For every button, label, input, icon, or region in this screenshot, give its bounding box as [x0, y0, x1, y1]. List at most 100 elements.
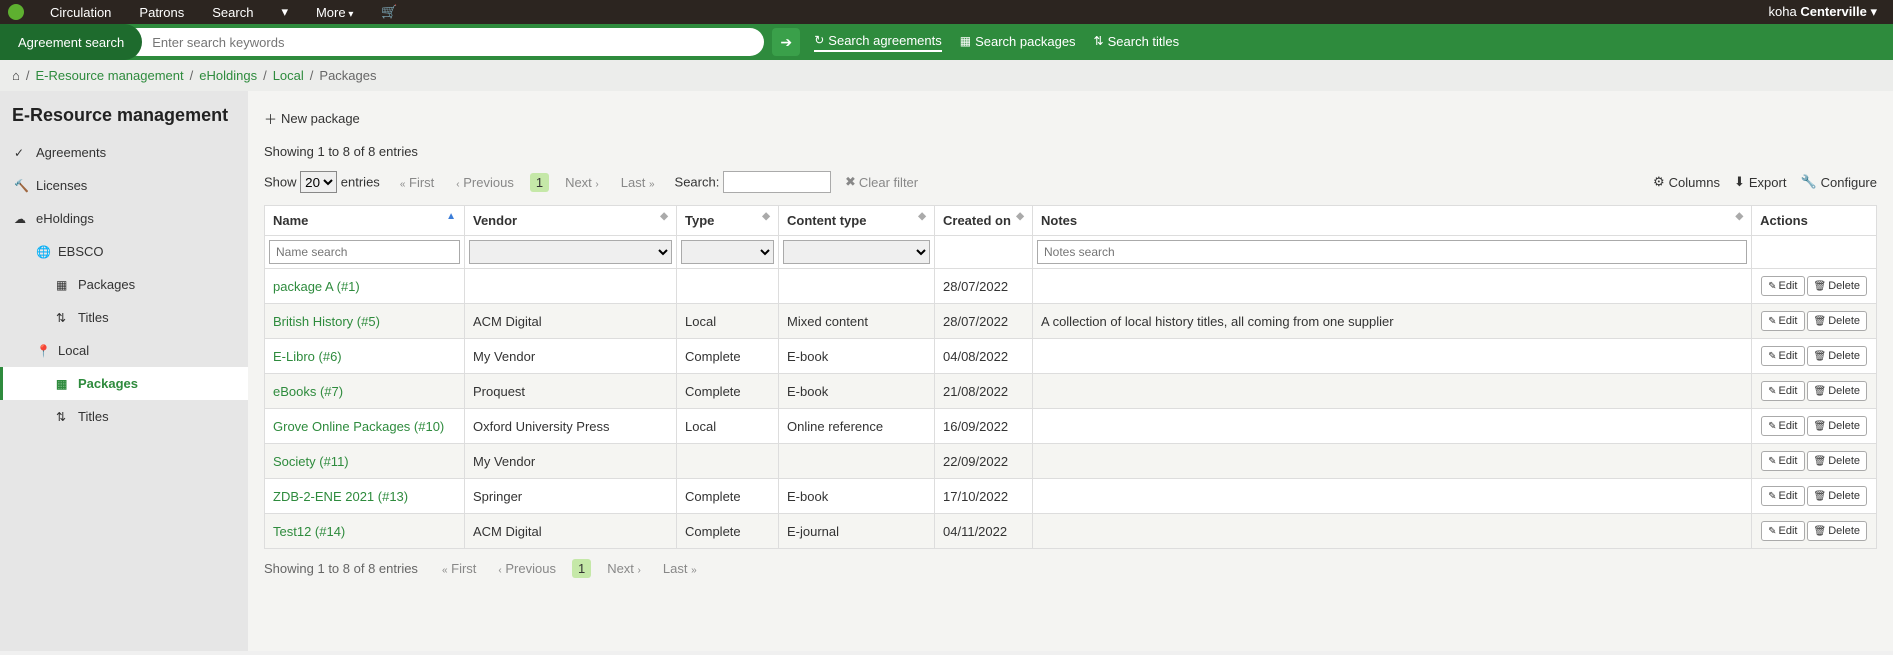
package-link[interactable]: ZDB-2-ENE 2021 (#13) [273, 489, 408, 504]
edit-button[interactable]: ✎Edit [1761, 346, 1804, 366]
cell-notes [1033, 269, 1752, 304]
cell-created: 17/10/2022 [935, 479, 1033, 514]
cell-type: Local [677, 304, 779, 339]
nav-caret-dropdown[interactable]: ▾ [267, 4, 302, 20]
nav-search[interactable]: Search [198, 5, 267, 20]
configure-button[interactable]: 🔧Configure [1800, 174, 1877, 190]
delete-button[interactable]: 🗑Delete [1807, 486, 1868, 506]
user-menu[interactable]: koha Centerville ▾ [1761, 4, 1885, 20]
pager-first-b[interactable]: « First [436, 559, 482, 578]
new-package-button[interactable]: ＋New package [264, 103, 360, 140]
grid-icon: ▦ [56, 278, 70, 292]
cell-type: Local [677, 409, 779, 444]
pager-previous-b[interactable]: ‹ Previous [492, 559, 562, 578]
th-content-type[interactable]: Content type◆ [779, 206, 935, 236]
columns-button[interactable]: ⚙Columns [1653, 174, 1720, 190]
edit-button[interactable]: ✎Edit [1761, 381, 1804, 401]
sidebar-eholdings[interactable]: ☁eHoldings [0, 202, 248, 235]
th-created-on[interactable]: Created on◆ [935, 206, 1033, 236]
sidebar-agreements[interactable]: ✓Agreements [0, 136, 248, 169]
trash-icon: 🗑 [1814, 526, 1827, 537]
edit-button[interactable]: ✎Edit [1761, 486, 1804, 506]
package-link[interactable]: British History (#5) [273, 314, 380, 329]
pager-page-1-b[interactable]: 1 [572, 559, 591, 578]
export-button[interactable]: ⬇Export [1734, 174, 1786, 190]
trash-icon: 🗑 [1814, 351, 1827, 362]
filter-vendor-select[interactable] [469, 240, 672, 264]
delete-button[interactable]: 🗑Delete [1807, 276, 1868, 296]
tab-search-titles[interactable]: ⇅Search titles [1094, 34, 1180, 51]
cell-content: Online reference [779, 409, 935, 444]
cell-created: 21/08/2022 [935, 374, 1033, 409]
filter-name-input[interactable] [269, 240, 460, 264]
delete-button[interactable]: 🗑Delete [1807, 346, 1868, 366]
cell-vendor [465, 269, 677, 304]
package-link[interactable]: eBooks (#7) [273, 384, 343, 399]
pager-last[interactable]: Last » [615, 173, 661, 192]
pager-previous[interactable]: ‹ Previous [450, 173, 520, 192]
th-notes[interactable]: Notes◆ [1033, 206, 1752, 236]
th-type[interactable]: Type◆ [677, 206, 779, 236]
table-search-input[interactable] [723, 171, 831, 193]
breadcrumb-erm[interactable]: E-Resource management [35, 68, 183, 83]
package-link[interactable]: Society (#11) [273, 454, 349, 469]
nav-circulation[interactable]: Circulation [36, 5, 125, 20]
package-link[interactable]: package A (#1) [273, 279, 360, 294]
package-link[interactable]: Test12 (#14) [273, 524, 345, 539]
pager-page-1[interactable]: 1 [530, 173, 549, 192]
pencil-icon: ✎ [1768, 386, 1776, 397]
clear-filter-button[interactable]: ✖Clear filter [845, 174, 918, 190]
content: ＋New package Showing 1 to 8 of 8 entries… [248, 91, 1893, 651]
plus-icon: ＋ [264, 109, 277, 128]
delete-button[interactable]: 🗑Delete [1807, 521, 1868, 541]
pager-bottom: « First ‹ Previous 1 Next › Last » [436, 559, 703, 578]
cell-notes [1033, 339, 1752, 374]
pager-next-b[interactable]: Next › [601, 559, 647, 578]
delete-button[interactable]: 🗑Delete [1807, 311, 1868, 331]
cell-vendor: ACM Digital [465, 304, 677, 339]
edit-button[interactable]: ✎Edit [1761, 311, 1804, 331]
cell-created: 16/09/2022 [935, 409, 1033, 444]
koha-logo-icon[interactable] [8, 4, 24, 20]
filter-notes-input[interactable] [1037, 240, 1747, 264]
home-icon[interactable]: ⌂ [12, 68, 20, 83]
package-link[interactable]: E-Libro (#6) [273, 349, 342, 364]
filter-type-select[interactable] [681, 240, 774, 264]
cell-type: Complete [677, 339, 779, 374]
pager-first[interactable]: « First [394, 173, 440, 192]
package-link[interactable]: Grove Online Packages (#10) [273, 419, 444, 434]
delete-button[interactable]: 🗑Delete [1807, 416, 1868, 436]
breadcrumb-eholdings[interactable]: eHoldings [199, 68, 257, 83]
entries-select[interactable]: 20 [300, 171, 337, 193]
pencil-icon: ✎ [1768, 491, 1776, 502]
sidebar-ebsco-titles[interactable]: ⇅Titles [0, 301, 248, 334]
pager-last-b[interactable]: Last » [657, 559, 703, 578]
edit-button[interactable]: ✎Edit [1761, 416, 1804, 436]
sidebar-licenses[interactable]: 🔨Licenses [0, 169, 248, 202]
sidebar-local-titles[interactable]: ⇅Titles [0, 400, 248, 433]
sidebar-ebsco-packages[interactable]: ▦Packages [0, 268, 248, 301]
tab-search-packages[interactable]: ▦Search packages [960, 34, 1076, 51]
delete-button[interactable]: 🗑Delete [1807, 381, 1868, 401]
pager-next[interactable]: Next › [559, 173, 605, 192]
edit-button[interactable]: ✎Edit [1761, 521, 1804, 541]
sidebar-ebsco[interactable]: 🌐EBSCO [0, 235, 248, 268]
th-vendor[interactable]: Vendor◆ [465, 206, 677, 236]
cell-content: Mixed content [779, 304, 935, 339]
sidebar-local[interactable]: 📍Local [0, 334, 248, 367]
edit-button[interactable]: ✎Edit [1761, 276, 1804, 296]
delete-button[interactable]: 🗑Delete [1807, 451, 1868, 471]
sidebar-local-packages[interactable]: ▦Packages [0, 367, 248, 400]
cart-icon[interactable]: 🛒 [367, 4, 411, 20]
search-submit-button[interactable]: ➔ [772, 28, 800, 56]
th-name[interactable]: Name▲ [265, 206, 465, 236]
sort-icon: ⇅ [1094, 34, 1104, 48]
agreement-search-input[interactable] [124, 28, 764, 56]
breadcrumb-local[interactable]: Local [273, 68, 304, 83]
nav-more[interactable]: More [302, 5, 367, 20]
nav-patrons[interactable]: Patrons [125, 5, 198, 20]
filter-content-select[interactable] [783, 240, 930, 264]
edit-button[interactable]: ✎Edit [1761, 451, 1804, 471]
refresh-icon: ↻ [814, 33, 824, 47]
tab-search-agreements[interactable]: ↻Search agreements [814, 33, 942, 52]
